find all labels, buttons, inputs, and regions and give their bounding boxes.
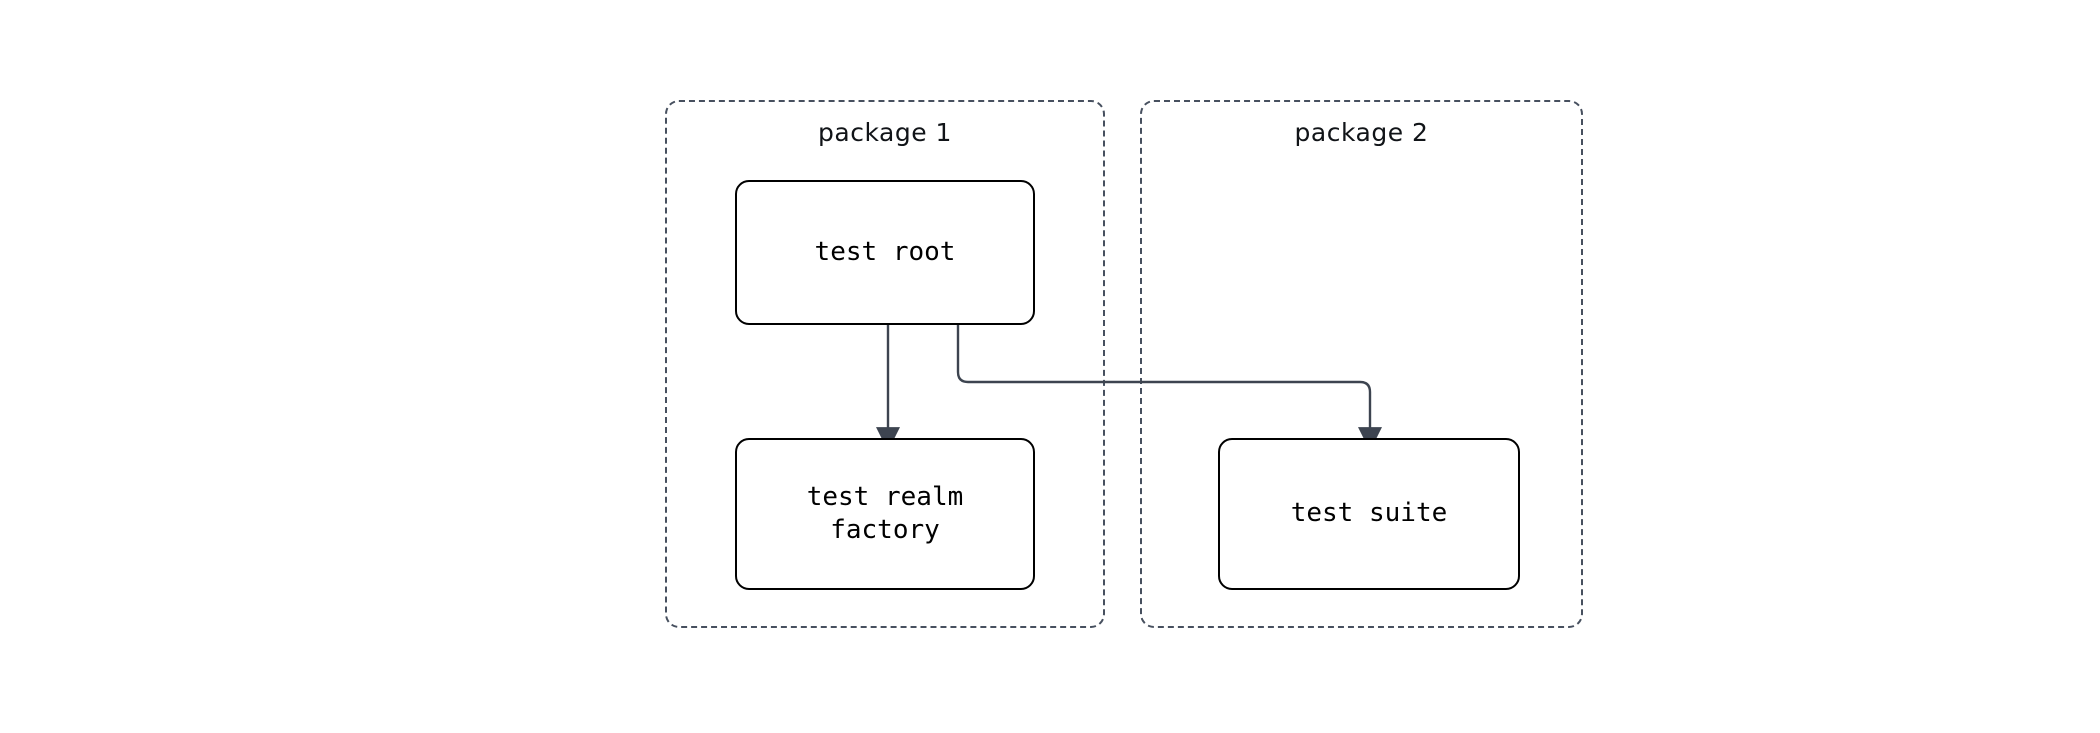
node-test-root[interactable]: test root	[735, 180, 1035, 325]
node-test-root-label: test root	[814, 236, 956, 267]
edge-test-root-to-test-suite	[956, 325, 1382, 452]
node-test-realm-factory-label: test realm factory	[806, 481, 964, 545]
node-test-suite[interactable]: test suite	[1218, 438, 1520, 590]
edge-layer	[876, 325, 1382, 452]
diagram-canvas: package 1 package 2 test root test realm…	[0, 0, 2100, 733]
node-test-realm-factory[interactable]: test realm factory	[735, 438, 1035, 590]
node-test-suite-label: test suite	[1290, 498, 1448, 529]
